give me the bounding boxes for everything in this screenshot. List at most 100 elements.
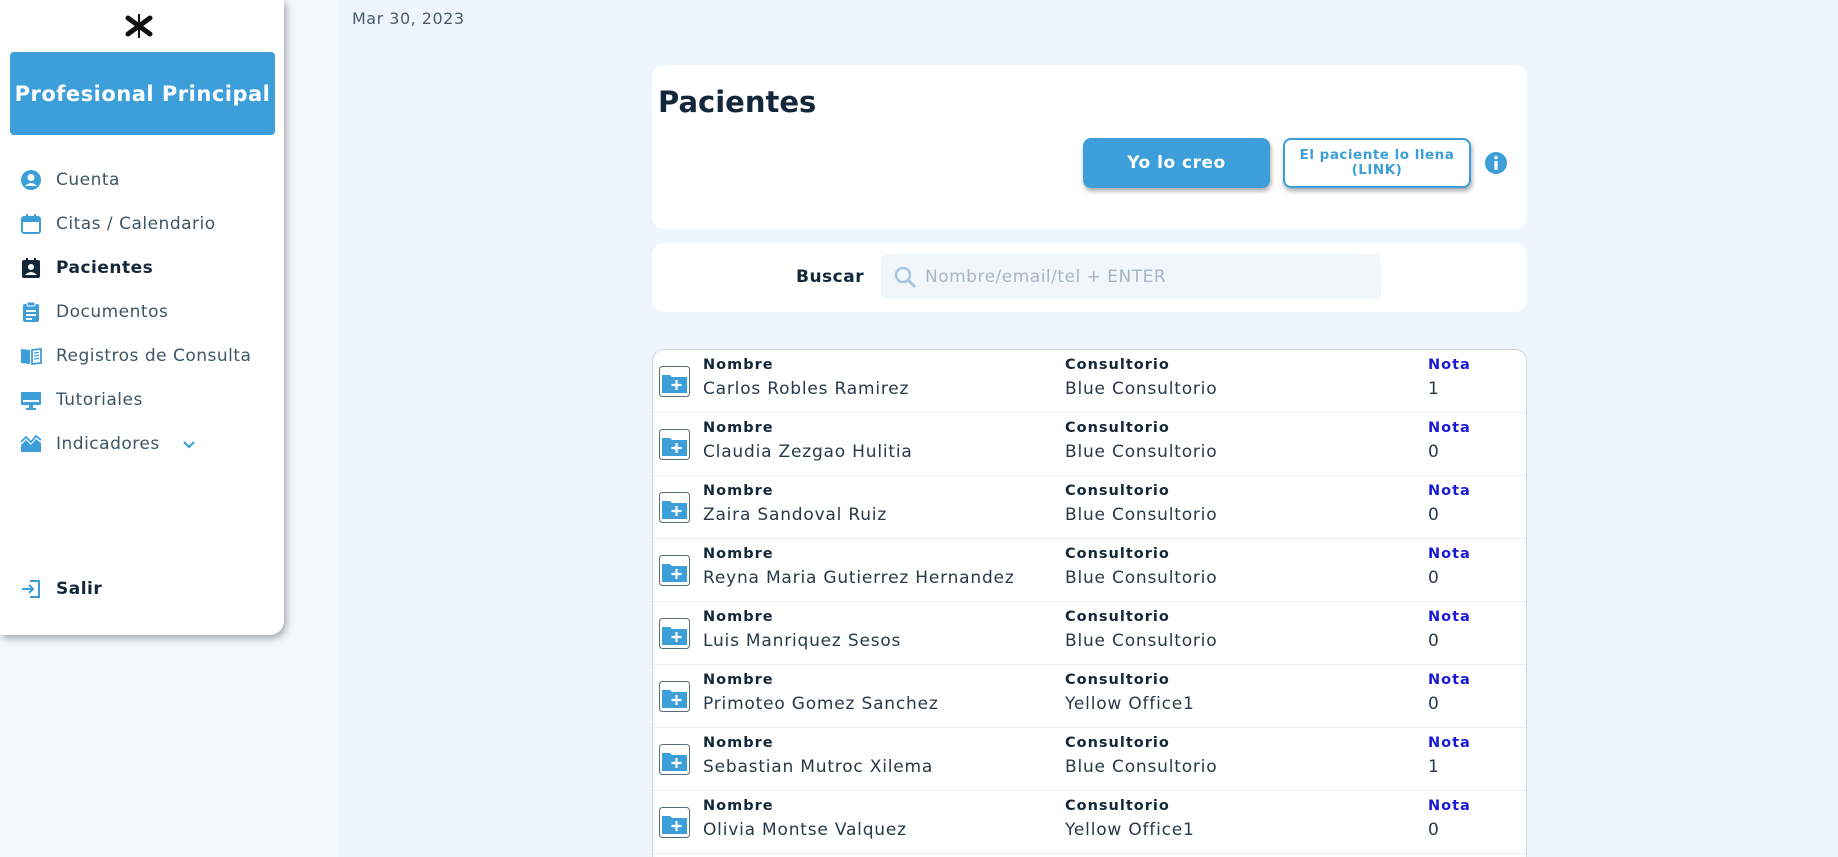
- sidebar-item-tutoriales[interactable]: Tutoriales: [0, 378, 284, 422]
- chart-icon: [20, 433, 42, 455]
- patient-office: Yellow Office1: [1065, 820, 1195, 840]
- name-cell: Nombre Carlos Robles Ramirez: [703, 357, 909, 399]
- folder-plus-icon[interactable]: [659, 492, 690, 523]
- patient-office: Blue Consultorio: [1065, 757, 1218, 777]
- sidebar-nav: Cuenta Citas / Calendario Pacientes Docu…: [0, 158, 284, 466]
- brand-title[interactable]: Profesional Principal: [10, 52, 275, 135]
- column-label-office: Consultorio: [1065, 609, 1170, 625]
- sidebar-item-indicadores[interactable]: Indicadores: [0, 422, 284, 466]
- info-icon[interactable]: [1484, 151, 1508, 175]
- patient-office: Blue Consultorio: [1065, 631, 1218, 651]
- name-cell: Nombre Primoteo Gomez Sanchez: [703, 672, 939, 714]
- table-row[interactable]: Nombre Olivia Montse Valquez Consultorio…: [653, 791, 1526, 854]
- patient-office: Blue Consultorio: [1065, 379, 1218, 399]
- column-label-note[interactable]: Nota: [1428, 483, 1471, 499]
- patient-note-count: 1: [1428, 757, 1440, 777]
- patient-name[interactable]: Luis Manriquez Sesos: [703, 631, 901, 651]
- column-label-name: Nombre: [703, 420, 774, 436]
- sidebar-item-pacientes[interactable]: Pacientes: [0, 246, 284, 290]
- search-label: Buscar: [796, 267, 865, 287]
- caduceus-icon[interactable]: [124, 10, 154, 40]
- column-label-office: Consultorio: [1065, 420, 1170, 436]
- patient-name[interactable]: Reyna Maria Gutierrez Hernandez: [703, 568, 1015, 588]
- logout-label: Salir: [56, 579, 103, 599]
- note-cell: Nota 0: [1428, 420, 1471, 462]
- column-label-name: Nombre: [703, 609, 774, 625]
- name-cell: Nombre Luis Manriquez Sesos: [703, 609, 901, 651]
- office-cell: Consultorio Blue Consultorio: [1065, 735, 1217, 777]
- sidebar-item-label: Citas / Calendario: [56, 214, 216, 234]
- column-label-note[interactable]: Nota: [1428, 546, 1471, 562]
- column-label-office: Consultorio: [1065, 357, 1170, 373]
- folder-plus-icon[interactable]: [659, 744, 690, 775]
- patient-name[interactable]: Olivia Montse Valquez: [703, 820, 907, 840]
- note-cell: Nota 0: [1428, 609, 1471, 651]
- table-row[interactable]: Nombre Zaira Sandoval Ruiz Consultorio B…: [653, 476, 1526, 539]
- name-cell: Nombre Sebastian Mutroc Xilema: [703, 735, 933, 777]
- name-cell: Nombre Olivia Montse Valquez: [703, 798, 907, 840]
- chevron-down-icon[interactable]: [180, 435, 198, 453]
- column-label-office: Consultorio: [1065, 798, 1170, 814]
- folder-plus-icon[interactable]: [659, 429, 690, 460]
- office-cell: Consultorio Blue Consultorio: [1065, 357, 1217, 399]
- table-row[interactable]: Nombre Claudia Zezgao Hulitia Consultori…: [653, 413, 1526, 476]
- patient-office: Yellow Office1: [1065, 694, 1195, 714]
- logout-button[interactable]: Salir: [20, 578, 102, 600]
- folder-plus-icon[interactable]: [659, 681, 690, 712]
- column-label-note[interactable]: Nota: [1428, 735, 1471, 751]
- patient-note-count: 1: [1428, 379, 1440, 399]
- patient-name[interactable]: Sebastian Mutroc Xilema: [703, 757, 933, 777]
- patient-note-count: 0: [1428, 505, 1440, 525]
- office-cell: Consultorio Yellow Office1: [1065, 672, 1195, 714]
- sidebar: Profesional Principal Cuenta Citas / Cal…: [0, 0, 284, 635]
- sidebar-item-label: Documentos: [56, 302, 169, 322]
- create-patient-button[interactable]: Yo lo creo: [1083, 138, 1270, 188]
- note-cell: Nota 0: [1428, 483, 1471, 525]
- folder-plus-icon[interactable]: [659, 807, 690, 838]
- patient-note-count: 0: [1428, 631, 1440, 651]
- column-label-name: Nombre: [703, 672, 774, 688]
- table-row[interactable]: Nombre Sebastian Mutroc Xilema Consultor…: [653, 728, 1526, 791]
- patient-name[interactable]: Primoteo Gomez Sanchez: [703, 694, 939, 714]
- monitor-icon: [20, 389, 42, 411]
- folder-plus-icon[interactable]: [659, 618, 690, 649]
- book-icon: [20, 345, 42, 367]
- patients-list: Nombre Carlos Robles Ramirez Consultorio…: [652, 349, 1527, 857]
- column-label-note[interactable]: Nota: [1428, 420, 1471, 436]
- column-label-name: Nombre: [703, 546, 774, 562]
- sidebar-item-cuenta[interactable]: Cuenta: [0, 158, 284, 202]
- sidebar-item-documentos[interactable]: Documentos: [0, 290, 284, 334]
- patient-office: Blue Consultorio: [1065, 505, 1218, 525]
- patient-name[interactable]: Zaira Sandoval Ruiz: [703, 505, 887, 525]
- search-field[interactable]: [881, 254, 1381, 299]
- table-row[interactable]: Nombre Reyna Maria Gutierrez Hernandez C…: [653, 539, 1526, 602]
- column-label-name: Nombre: [703, 798, 774, 814]
- folder-plus-icon[interactable]: [659, 555, 690, 586]
- note-cell: Nota 0: [1428, 798, 1471, 840]
- patient-note-count: 0: [1428, 442, 1440, 462]
- column-label-note[interactable]: Nota: [1428, 357, 1471, 373]
- table-row[interactable]: Nombre Carlos Robles Ramirez Consultorio…: [653, 350, 1526, 413]
- column-label-note[interactable]: Nota: [1428, 798, 1471, 814]
- account-circle-icon: [20, 169, 42, 191]
- office-cell: Consultorio Blue Consultorio: [1065, 609, 1217, 651]
- sidebar-item-label: Indicadores: [56, 434, 160, 454]
- sidebar-item-registros[interactable]: Registros de Consulta: [0, 334, 284, 378]
- search-input[interactable]: [925, 266, 1365, 287]
- column-label-office: Consultorio: [1065, 546, 1170, 562]
- column-label-note[interactable]: Nota: [1428, 609, 1471, 625]
- table-row[interactable]: Nombre Luis Manriquez Sesos Consultorio …: [653, 602, 1526, 665]
- table-row[interactable]: Nombre Primoteo Gomez Sanchez Consultori…: [653, 665, 1526, 728]
- patient-name[interactable]: Carlos Robles Ramirez: [703, 379, 909, 399]
- logout-icon: [20, 578, 42, 600]
- patient-name[interactable]: Claudia Zezgao Hulitia: [703, 442, 913, 462]
- column-label-name: Nombre: [703, 357, 774, 373]
- sidebar-item-citas[interactable]: Citas / Calendario: [0, 202, 284, 246]
- folder-plus-icon[interactable]: [659, 366, 690, 397]
- column-label-office: Consultorio: [1065, 735, 1170, 751]
- column-label-name: Nombre: [703, 483, 774, 499]
- patient-note-count: 0: [1428, 568, 1440, 588]
- column-label-note[interactable]: Nota: [1428, 672, 1471, 688]
- patient-link-button[interactable]: El paciente lo llena (LINK): [1283, 138, 1471, 188]
- note-cell: Nota 0: [1428, 546, 1471, 588]
